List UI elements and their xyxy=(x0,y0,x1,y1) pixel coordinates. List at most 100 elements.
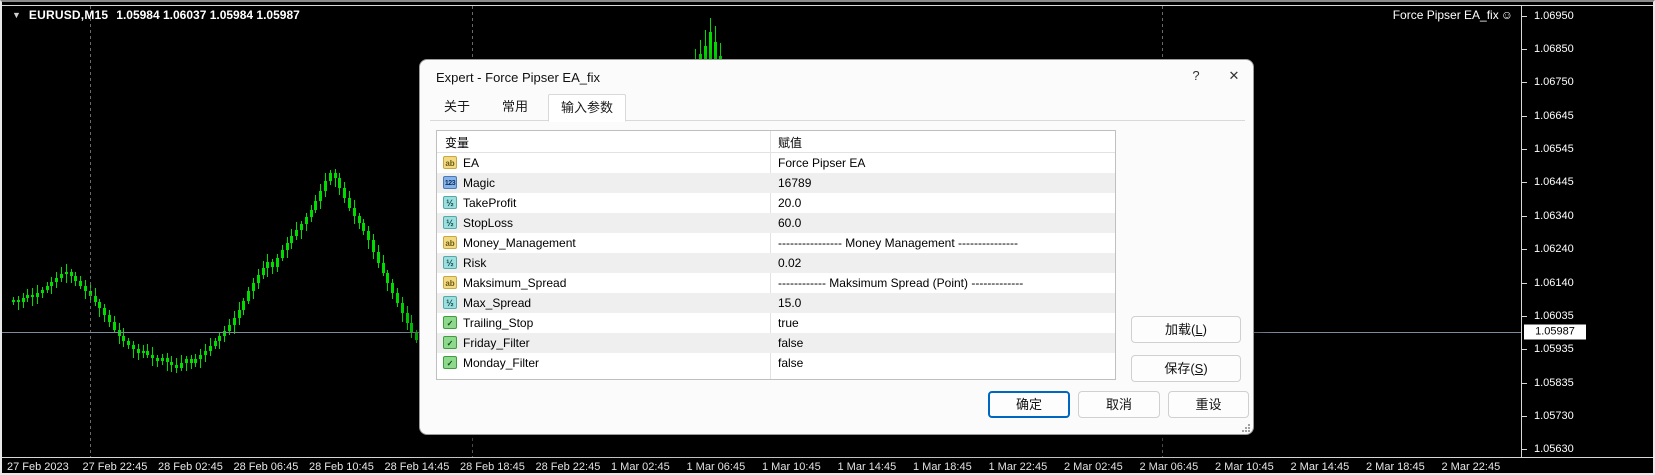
time-label: 2 Mar 14:45 xyxy=(1290,461,1350,473)
resize-grip-icon[interactable] xyxy=(1242,424,1250,432)
param-name: Max_Spread xyxy=(463,296,532,310)
param-value[interactable]: 16789 xyxy=(778,176,811,190)
param-row-StopLoss[interactable]: ½ StopLoss 60.0 xyxy=(437,213,1115,233)
bool-type-icon: ✓ xyxy=(443,316,457,329)
double-type-icon: ½ xyxy=(443,216,457,229)
chart-frame-top xyxy=(2,5,1653,6)
time-axis[interactable]: 27 Feb 2023 27 Feb 22:45 28 Feb 02:45 28 Fe… xyxy=(2,459,1653,473)
price-label: 1.05835 xyxy=(1534,377,1574,389)
ohlc-readout: 1.05984 1.06037 1.05984 1.05987 xyxy=(116,8,300,22)
price-label: 1.06645 xyxy=(1534,110,1574,122)
string-type-icon: ab xyxy=(443,236,457,249)
param-name: Risk xyxy=(463,256,487,270)
save-button[interactable]: 保存(S) xyxy=(1131,355,1241,382)
ea-status-corner: Force Pipser EA_fix ☺ xyxy=(1393,8,1513,22)
time-label: 1 Mar 06:45 xyxy=(686,461,746,473)
price-axis[interactable]: 1.06950 1.06850 1.06750 1.06645 1.06545 1.064… xyxy=(1522,2,1653,457)
param-row-EA[interactable]: ab EA Force Pipser EA xyxy=(437,153,1115,173)
param-row-Friday_Filter[interactable]: ✓ Friday_Filter false xyxy=(437,333,1115,353)
axis-tick xyxy=(1522,349,1527,350)
param-row-Maksimum_Spread[interactable]: ab Maksimum_Spread ------------ Maksimum S… xyxy=(437,273,1115,293)
double-type-icon: ½ xyxy=(443,296,457,309)
time-label: 2 Mar 02:45 xyxy=(1064,461,1123,473)
column-header-variable: 变量 xyxy=(445,136,470,150)
cancel-button[interactable]: 取消 xyxy=(1078,391,1160,418)
param-value[interactable]: 20.0 xyxy=(778,196,801,210)
param-row-Money_Management[interactable]: ab Money_Management ---------------- Money… xyxy=(437,233,1115,253)
param-row-Risk[interactable]: ½ Risk 0.02 xyxy=(437,253,1115,273)
input-parameters-table[interactable]: 变量 赋值 ab EA Force Pipser EA 123 Magic 16789 ½ T… xyxy=(436,130,1116,380)
param-value[interactable]: 15.0 xyxy=(778,296,801,310)
time-label: 27 Feb 22:45 xyxy=(82,461,148,473)
time-label: 28 Feb 22:45 xyxy=(535,461,601,473)
param-row-Magic[interactable]: 123 Magic 16789 xyxy=(437,173,1115,193)
time-label: 2 Mar 10:45 xyxy=(1215,461,1274,473)
param-name: TakeProfit xyxy=(463,196,517,210)
axis-tick xyxy=(1522,49,1527,50)
axis-tick xyxy=(1522,383,1527,384)
param-value[interactable]: true xyxy=(778,316,799,330)
axis-tick xyxy=(1522,182,1527,183)
string-type-icon: ab xyxy=(443,156,457,169)
price-label: 1.05630 xyxy=(1534,443,1574,455)
param-value[interactable]: Force Pipser EA xyxy=(778,156,865,170)
time-label: 2 Mar 06:45 xyxy=(1139,461,1199,473)
param-name: Maksimum_Spread xyxy=(463,276,567,290)
ok-button[interactable]: 确定 xyxy=(988,391,1070,418)
ea-smiley-icon: ☺ xyxy=(1500,8,1513,22)
tab-2[interactable]: 输入参数 xyxy=(548,94,626,122)
time-label: 1 Mar 14:45 xyxy=(837,461,897,473)
param-value[interactable]: ---------------- Money Management ------… xyxy=(778,236,1018,250)
price-label: 1.05730 xyxy=(1534,410,1574,422)
time-label: 28 Feb 18:45 xyxy=(460,461,525,473)
load-button[interactable]: 加载(L) xyxy=(1131,316,1241,343)
dialog-title: Expert - Force Pipser EA_fix xyxy=(436,70,600,85)
table-header-row: 变量 赋值 xyxy=(437,131,1115,153)
param-value[interactable]: false xyxy=(778,336,803,350)
param-value[interactable]: false xyxy=(778,356,803,370)
time-label: 28 Feb 10:45 xyxy=(309,461,374,473)
current-price-tag: 1.05987 xyxy=(1524,324,1586,340)
ea-name-label: Force Pipser EA_fix xyxy=(1392,8,1499,22)
price-label: 1.06340 xyxy=(1534,210,1574,222)
axis-tick xyxy=(1522,82,1527,83)
column-header-value: 赋值 xyxy=(778,136,803,150)
time-label: 27 Feb 2023 xyxy=(7,461,69,473)
time-label: 1 Mar 10:45 xyxy=(762,461,821,473)
axis-tick xyxy=(1522,416,1527,417)
param-row-TakeProfit[interactable]: ½ TakeProfit 20.0 xyxy=(437,193,1115,213)
price-label: 1.06035 xyxy=(1534,310,1574,322)
param-row-Max_Spread[interactable]: ½ Max_Spread 15.0 xyxy=(437,293,1115,313)
expert-properties-dialog: Expert - Force Pipser EA_fix ? ✕ 关于 常用 输入参… xyxy=(419,59,1254,435)
bool-type-icon: ✓ xyxy=(443,356,457,369)
param-row-Monday_Filter[interactable]: ✓ Monday_Filter false xyxy=(437,353,1115,373)
axis-tick xyxy=(1522,316,1527,317)
bool-type-icon: ✓ xyxy=(443,336,457,349)
day-separator-line xyxy=(90,6,91,457)
param-value[interactable]: 0.02 xyxy=(778,256,801,270)
chart-dropdown-icon[interactable]: ▼ xyxy=(12,10,21,20)
time-label: 28 Feb 06:45 xyxy=(233,461,299,473)
double-type-icon: ½ xyxy=(443,256,457,269)
param-name: Friday_Filter xyxy=(463,336,530,350)
time-label: 1 Mar 02:45 xyxy=(611,461,670,473)
help-icon[interactable]: ? xyxy=(1182,68,1210,88)
param-value[interactable]: 60.0 xyxy=(778,216,801,230)
price-label: 1.05935 xyxy=(1534,343,1574,355)
tab-0[interactable]: 关于 xyxy=(432,94,486,121)
tab-1[interactable]: 常用 xyxy=(490,94,544,121)
price-label: 1.06140 xyxy=(1534,277,1574,289)
param-name: Magic xyxy=(463,176,496,190)
param-row-Trailing_Stop[interactable]: ✓ Trailing_Stop true xyxy=(437,313,1115,333)
param-name: Trailing_Stop xyxy=(463,316,534,330)
param-value[interactable]: ------------ Maksimum Spread (Point) ---… xyxy=(778,276,1023,290)
axis-tick xyxy=(1522,16,1527,17)
time-label: 2 Mar 18:45 xyxy=(1366,461,1425,473)
close-icon[interactable]: ✕ xyxy=(1220,68,1248,88)
price-label: 1.06750 xyxy=(1534,76,1574,88)
dialog-tab-strip: 关于 常用 输入参数 xyxy=(430,94,1245,122)
reset-button[interactable]: 重设 xyxy=(1168,391,1249,418)
axis-tick xyxy=(1522,216,1527,217)
time-label: 1 Mar 18:45 xyxy=(913,461,972,473)
double-type-icon: ½ xyxy=(443,196,457,209)
